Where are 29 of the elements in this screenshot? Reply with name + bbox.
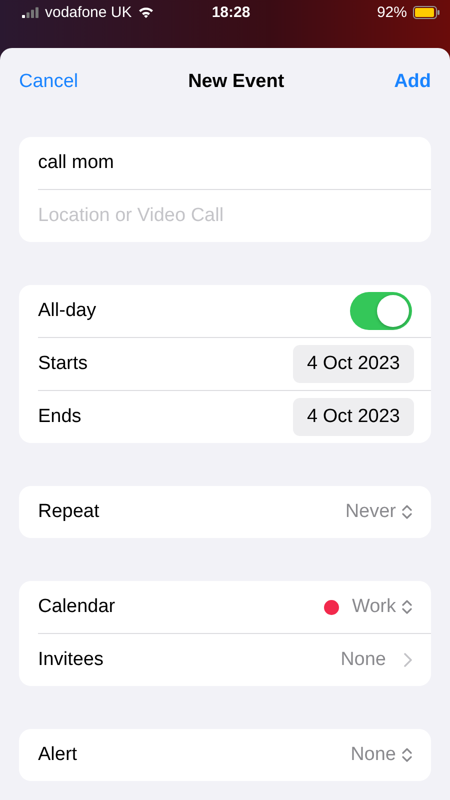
updown-chevron-icon	[402, 747, 412, 763]
row-label: Alert	[38, 744, 78, 766]
all-day-switch[interactable]	[350, 292, 412, 330]
row-label: Ends	[38, 406, 82, 428]
battery-icon	[413, 6, 440, 18]
picker-button[interactable]: Never	[345, 501, 412, 523]
title-field[interactable]: call mom	[38, 152, 412, 174]
battery-percentage: 92%	[376, 4, 407, 20]
link-button[interactable]: None	[340, 649, 412, 671]
picker-button[interactable]: None	[350, 744, 412, 766]
location-field[interactable]: Location or Video Call	[38, 205, 412, 227]
signal-icon	[22, 6, 39, 18]
status-time: 18:28	[212, 4, 250, 20]
cancel-button[interactable]: Cancel	[19, 70, 78, 92]
updown-chevron-icon	[402, 504, 412, 520]
picker-button[interactable]: Work	[352, 596, 412, 618]
updown-chevron-icon	[402, 599, 412, 615]
date-button[interactable]: 4 Oct 2023	[293, 398, 414, 436]
chevron-right-icon	[404, 653, 412, 667]
row-label: Starts	[38, 353, 89, 375]
carrier-name: vodafone UK	[45, 4, 132, 20]
row-label: Repeat	[38, 501, 100, 523]
date-button[interactable]: 4 Oct 2023	[293, 345, 414, 383]
sheet-title: New Event	[188, 70, 284, 92]
row-label: Invitees	[38, 649, 104, 671]
row-label: All-day	[38, 300, 98, 322]
row-label: Calendar	[38, 596, 116, 618]
add-button[interactable]: Add	[394, 70, 431, 92]
wifi-icon	[138, 6, 154, 18]
